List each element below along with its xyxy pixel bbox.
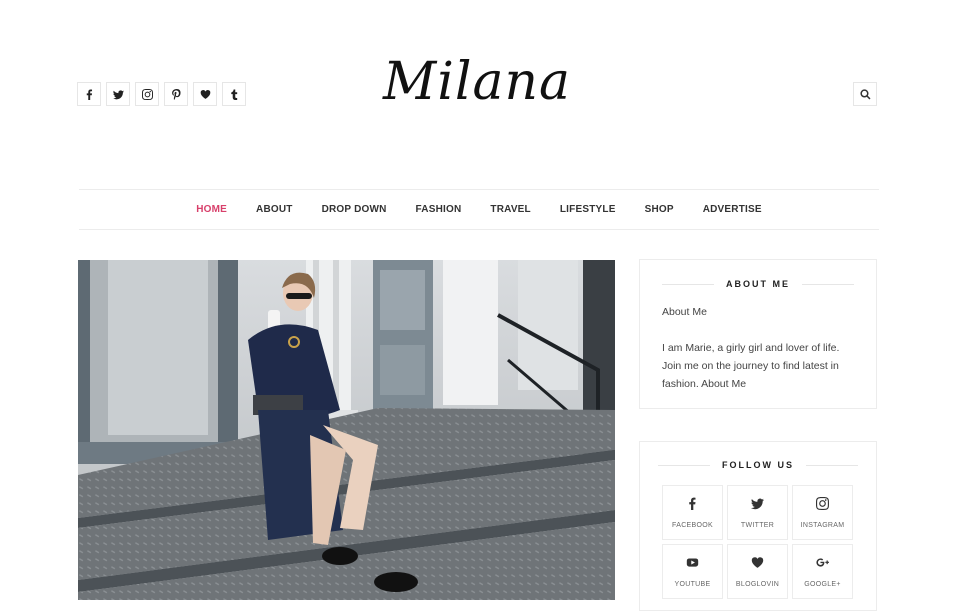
follow-widget-title: FOLLOW US [640,460,876,470]
main-nav: HOME ABOUT DROP DOWN FASHION TRAVEL LIFE… [79,189,879,230]
nav-item-lifestyle[interactable]: LIFESTYLE [545,204,630,215]
follow-twitter[interactable]: TWITTER [727,485,788,540]
nav-item-drop-down[interactable]: DROP DOWN [307,204,401,215]
heart-icon [751,556,764,568]
twitter-icon [751,498,764,509]
follow-label: BLOGLOVIN [735,580,780,588]
social-grid: FACEBOOK TWITTER INSTAGRAM YOUTUBE BLOGL… [662,485,853,599]
youtube-icon [686,557,699,567]
title-rule-right [802,283,854,285]
follow-us-widget: FOLLOW US FACEBOOK TWITTER INSTAGRAM YOU… [639,441,877,611]
follow-label: GOOGLE+ [804,580,841,588]
about-me-widget: ABOUT ME About Me I am Marie, a girly gi… [639,259,877,409]
search-button[interactable] [853,82,877,106]
nav-item-advertise[interactable]: ADVERTISE [688,204,776,215]
nav-item-about[interactable]: ABOUT [242,204,308,215]
site-logo[interactable]: Milana [0,52,954,112]
about-widget-title-text: ABOUT ME [726,279,790,289]
instagram-icon [816,496,829,510]
about-widget-title: ABOUT ME [640,279,876,289]
follow-label: TWITTER [740,521,775,529]
nav-item-travel[interactable]: TRAVEL [476,204,545,215]
nav-item-shop[interactable]: SHOP [630,204,688,215]
about-text: I am Marie, a girly girl and lover of li… [662,342,840,390]
title-rule-right [806,464,858,466]
follow-label: YOUTUBE [674,580,711,588]
follow-google-plus[interactable]: GOOGLE+ [792,544,853,599]
follow-label: INSTAGRAM [800,521,845,529]
facebook-icon [689,497,696,510]
title-rule-left [658,464,710,466]
follow-bloglovin[interactable]: BLOGLOVIN [727,544,788,599]
nav-item-home[interactable]: HOME [182,204,242,215]
follow-widget-title-text: FOLLOW US [722,460,794,470]
google-plus-icon [816,557,829,567]
follow-instagram[interactable]: INSTAGRAM [792,485,853,540]
nav-item-fashion[interactable]: FASHION [401,204,476,215]
search-icon [859,88,871,100]
about-heading: About Me [662,306,707,318]
follow-label: FACEBOOK [672,521,713,529]
follow-youtube[interactable]: YOUTUBE [662,544,723,599]
title-rule-left [662,283,714,285]
follow-facebook[interactable]: FACEBOOK [662,485,723,540]
featured-image-illustration [78,260,615,600]
featured-post-image[interactable] [78,260,615,600]
